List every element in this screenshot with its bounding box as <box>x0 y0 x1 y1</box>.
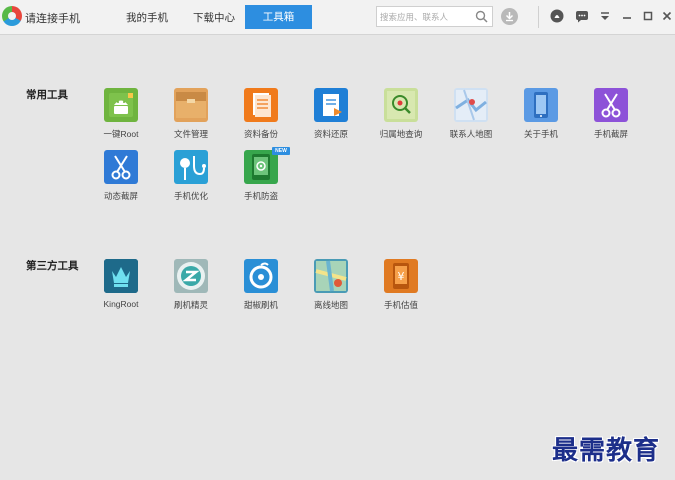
tool-label: KingRoot <box>103 299 139 309</box>
watermark: 最需教育 <box>552 436 661 466</box>
tool-label: 手机防盗 <box>243 191 278 201</box>
tool-flash-wizard[interactable]: 刷机精灵 <box>156 259 226 319</box>
folder-icon <box>174 88 208 122</box>
offline-map-icon <box>314 259 348 293</box>
tool-label: 一键Root <box>103 129 139 139</box>
nav-toolbox[interactable]: 工具箱 <box>245 5 312 29</box>
minimize-icon[interactable] <box>620 9 634 23</box>
tool-label: 手机优化 <box>173 191 208 201</box>
flash-wizard-icon <box>174 259 208 293</box>
tool-kingroot[interactable]: KingRoot <box>86 259 156 319</box>
titlebar-divider <box>538 6 539 28</box>
tool-phone-valuation[interactable]: ¥ 手机估值 <box>366 259 436 319</box>
contact-map-icon <box>454 88 488 122</box>
tool-data-backup[interactable]: 资料备份 <box>226 88 296 148</box>
tool-phone-screenshot[interactable]: 手机截屏 <box>576 88 646 148</box>
nav-download-center[interactable]: 下载中心 <box>193 10 235 25</box>
kingroot-icon <box>104 259 138 293</box>
section-title-third-party-tools: 第三方工具 <box>26 260 79 272</box>
phone-info-icon <box>524 88 558 122</box>
tool-location-query[interactable]: 归属地查询 <box>366 88 436 148</box>
scissors-icon <box>594 88 628 122</box>
section-title-common-tools: 常用工具 <box>26 89 68 101</box>
download-icon[interactable] <box>501 8 518 25</box>
title-bar: 请连接手机 我的手机 下载中心 工具箱 <box>0 0 675 35</box>
tool-label: 刷机精灵 <box>173 300 208 310</box>
nav-my-phone[interactable]: 我的手机 <box>126 10 168 25</box>
location-search-icon <box>384 88 418 122</box>
svg-text:¥: ¥ <box>398 270 405 283</box>
new-badge: NEW <box>272 147 290 155</box>
phone-valuation-icon: ¥ <box>384 259 418 293</box>
document-backup-icon <box>244 88 278 122</box>
tool-label: 关于手机 <box>523 129 558 139</box>
close-icon[interactable] <box>660 9 674 23</box>
android-root-icon <box>104 88 138 122</box>
tool-offline-map[interactable]: 离线地图 <box>296 259 366 319</box>
app-logo-icon <box>2 6 22 26</box>
message-icon[interactable] <box>575 9 589 23</box>
tool-about-phone[interactable]: 关于手机 <box>506 88 576 148</box>
maximize-icon[interactable] <box>641 9 655 23</box>
tool-label: 资料备份 <box>243 129 278 139</box>
tianjiao-flash-icon <box>244 259 278 293</box>
connect-phone-label[interactable]: 请连接手机 <box>25 10 80 26</box>
tool-label: 手机估值 <box>383 300 418 310</box>
search-box[interactable] <box>376 6 493 27</box>
tool-tianjiao-flash[interactable]: 甜椒刷机 <box>226 259 296 319</box>
skin-icon[interactable] <box>550 9 564 23</box>
tool-one-click-root[interactable]: 一键Root <box>86 88 156 148</box>
tool-dynamic-screenshot[interactable]: 动态截屏 <box>86 150 156 210</box>
tool-label: 动态截屏 <box>103 191 138 201</box>
tool-anti-theft[interactable]: 手机防盗 <box>226 150 296 210</box>
tool-label: 联系人地图 <box>449 129 493 139</box>
anti-theft-icon <box>244 150 278 184</box>
tool-label: 离线地图 <box>313 300 348 310</box>
search-icon[interactable] <box>475 10 488 23</box>
tool-data-restore[interactable]: 资料还原 <box>296 88 366 148</box>
tool-label: 资料还原 <box>313 129 348 139</box>
tool-label: 手机截屏 <box>593 129 628 139</box>
search-input[interactable] <box>380 9 472 24</box>
tool-file-manager[interactable]: 文件管理 <box>156 88 226 148</box>
tool-label: 归属地查询 <box>379 129 423 139</box>
tool-phone-optimize[interactable]: 手机优化 <box>156 150 226 210</box>
tool-contact-map[interactable]: 联系人地图 <box>436 88 506 148</box>
stethoscope-icon <box>174 150 208 184</box>
tool-label: 文件管理 <box>173 129 208 139</box>
menu-icon[interactable] <box>598 9 612 23</box>
scissors-dynamic-icon <box>104 150 138 184</box>
document-restore-icon <box>314 88 348 122</box>
tool-label: 甜椒刷机 <box>243 300 278 310</box>
